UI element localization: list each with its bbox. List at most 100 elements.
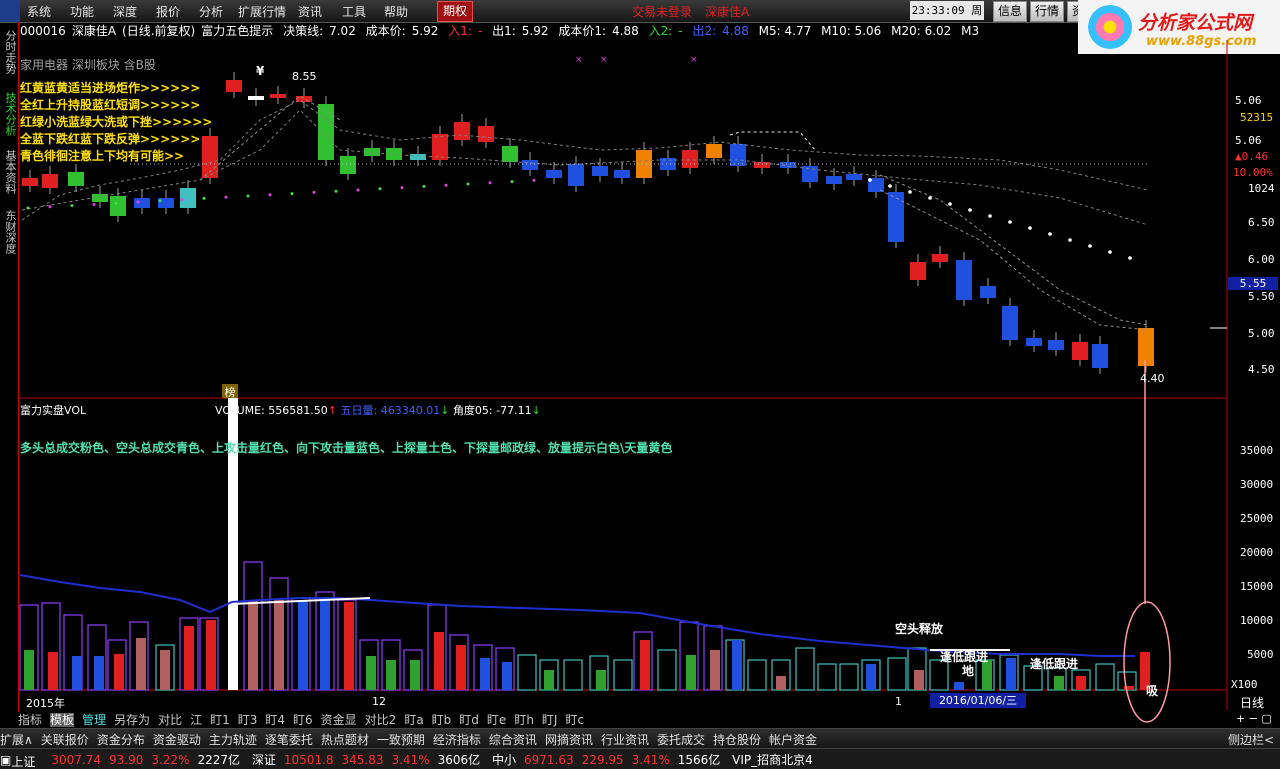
tab-17[interactable]: 盯J bbox=[542, 713, 558, 727]
volume-bar-9 bbox=[114, 654, 124, 690]
candle-45 bbox=[1048, 340, 1064, 350]
volume-bar-59 bbox=[747, 659, 767, 691]
candle-11 bbox=[270, 94, 286, 98]
volume-bar-51 bbox=[640, 640, 650, 690]
candle-42 bbox=[980, 286, 996, 298]
candle-19 bbox=[454, 122, 470, 140]
tab-11[interactable]: 对比2 bbox=[365, 713, 397, 727]
function-4[interactable]: 主力轨迹 bbox=[209, 733, 257, 747]
candle-34 bbox=[802, 166, 818, 182]
function-0[interactable]: 扩展∧ bbox=[0, 733, 33, 747]
candle-30 bbox=[706, 144, 722, 158]
volume-bar-15 bbox=[184, 626, 194, 690]
date-1: 1 bbox=[895, 695, 902, 708]
tab-6[interactable]: 盯1 bbox=[210, 713, 230, 727]
function-14[interactable]: 帐户资金 bbox=[769, 733, 817, 747]
tab-16[interactable]: 盯h bbox=[514, 713, 534, 727]
tab-10[interactable]: 资金显 bbox=[321, 713, 357, 727]
signal-dot-19 bbox=[444, 183, 448, 187]
price-tick-5: 10.00% bbox=[1233, 166, 1273, 179]
volume-bar-49 bbox=[613, 659, 633, 691]
function-12[interactable]: 委托成交 bbox=[657, 733, 705, 747]
candle-2 bbox=[68, 172, 84, 186]
signal-dot-5 bbox=[136, 200, 140, 204]
function-1[interactable]: 关联报价 bbox=[41, 733, 89, 747]
signal-dot-20 bbox=[466, 182, 470, 186]
legend-line-2: 全红上升持股蓝红短调>>>>>> bbox=[20, 98, 201, 112]
volume-bar-62 bbox=[795, 647, 815, 691]
volume-bar-30 bbox=[366, 656, 376, 690]
tab-14[interactable]: 盯d bbox=[459, 713, 479, 727]
price-tick-4: ▲0.46 bbox=[1235, 150, 1269, 163]
tab-18[interactable]: 盯c bbox=[565, 713, 584, 727]
tab-7[interactable]: 盯3 bbox=[238, 713, 258, 727]
legend-line-5: 青色徘徊注意上下均有可能>> bbox=[20, 149, 185, 163]
tab-9[interactable]: 盯6 bbox=[293, 713, 313, 727]
function-6[interactable]: 热点题材 bbox=[321, 733, 369, 747]
volume-bar-71 bbox=[954, 682, 964, 690]
tab-1[interactable]: 模板 bbox=[50, 713, 75, 727]
tab-8[interactable]: 盯4 bbox=[265, 713, 285, 727]
white-dot-10 bbox=[1068, 238, 1072, 242]
status-bar: ▣上证 3007.74 93.90 3.22% 2227亿 深证 10501.8 345.8… bbox=[0, 748, 1280, 769]
function-13[interactable]: 持仓股份 bbox=[713, 733, 761, 747]
angle-label: 角度05: bbox=[452, 404, 493, 417]
vol-unit: X100 bbox=[1231, 678, 1258, 691]
signal-dot-10 bbox=[246, 194, 250, 198]
white-dot-3 bbox=[928, 196, 932, 200]
candle-15 bbox=[364, 148, 380, 156]
sh-label: ▣上证 bbox=[0, 753, 36, 769]
white-dot-13 bbox=[1128, 256, 1132, 260]
volume-bar-26 bbox=[320, 598, 330, 690]
sh-amount: 2227亿 bbox=[197, 753, 241, 767]
function-15[interactable]: 侧边栏< bbox=[1228, 731, 1274, 748]
function-3[interactable]: 资金驱动 bbox=[153, 733, 201, 747]
tab-3[interactable]: 另存为 bbox=[114, 713, 150, 727]
function-11[interactable]: 行业资讯 bbox=[601, 733, 649, 747]
price-tick-11: 4.50 bbox=[1248, 363, 1275, 376]
volume-bar-24 bbox=[298, 600, 308, 690]
vol-tick-6: 10000 bbox=[1240, 614, 1274, 627]
vol-legend: 多头总成交粉色、空头总成交青色、上攻击量红色、向下攻击量蓝色、上探量土色、下探量… bbox=[20, 441, 673, 455]
white-dot-11 bbox=[1088, 244, 1092, 248]
function-8[interactable]: 经济指标 bbox=[433, 733, 481, 747]
function-10[interactable]: 网摘资讯 bbox=[545, 733, 593, 747]
connection-label[interactable]: VIP_招商北京4 bbox=[732, 753, 813, 767]
tab-0[interactable]: 指标 bbox=[18, 713, 42, 727]
volume-bar-56 bbox=[710, 650, 720, 690]
volume-bar-48 bbox=[596, 670, 606, 690]
volume-bar-58 bbox=[732, 640, 742, 690]
function-9[interactable]: 综合资讯 bbox=[489, 733, 537, 747]
volume-bar-64 bbox=[839, 663, 859, 691]
volume-bar-22 bbox=[274, 600, 284, 690]
function-5[interactable]: 逐笔委托 bbox=[265, 733, 313, 747]
volume-bar-52 bbox=[657, 649, 677, 691]
yen-marker: ¥ bbox=[256, 64, 265, 78]
angle-value: -77.11 bbox=[496, 404, 532, 417]
tab-13[interactable]: 盯b bbox=[432, 713, 452, 727]
tab-4[interactable]: 对比 bbox=[158, 713, 182, 727]
sh-value: 3007.74 bbox=[51, 753, 101, 767]
price-tick-10: 5.00 bbox=[1248, 327, 1275, 340]
volume-bar-13 bbox=[160, 650, 170, 690]
tab-5[interactable]: 江 bbox=[190, 713, 202, 727]
function-7[interactable]: 一致预期 bbox=[377, 733, 425, 747]
tab-2[interactable]: 管理 bbox=[82, 713, 106, 727]
white-dot-12 bbox=[1108, 250, 1112, 254]
white-dot-1 bbox=[888, 184, 892, 188]
note-dixi-2: 逢低跟进 bbox=[1030, 657, 1079, 671]
function-2[interactable]: 资金分布 bbox=[97, 733, 145, 747]
candle-38 bbox=[888, 192, 904, 242]
five-day-label: 五日量: bbox=[340, 404, 378, 417]
volume-bar-69 bbox=[914, 670, 924, 690]
price-tick-1: 5.06 bbox=[1235, 94, 1262, 107]
note-xi: 吸 bbox=[1146, 684, 1159, 698]
tab-12[interactable]: 盯a bbox=[404, 713, 423, 727]
high-price-label: 8.55 bbox=[292, 70, 317, 83]
note-kongtou: 空头释放 bbox=[895, 622, 944, 636]
vol-tick-3: 25000 bbox=[1240, 512, 1274, 525]
period-label[interactable]: 日线 bbox=[1240, 694, 1264, 711]
tab-15[interactable]: 盯e bbox=[487, 713, 506, 727]
volume-bar-42 bbox=[502, 662, 512, 690]
volume-bar-43 bbox=[517, 654, 537, 691]
